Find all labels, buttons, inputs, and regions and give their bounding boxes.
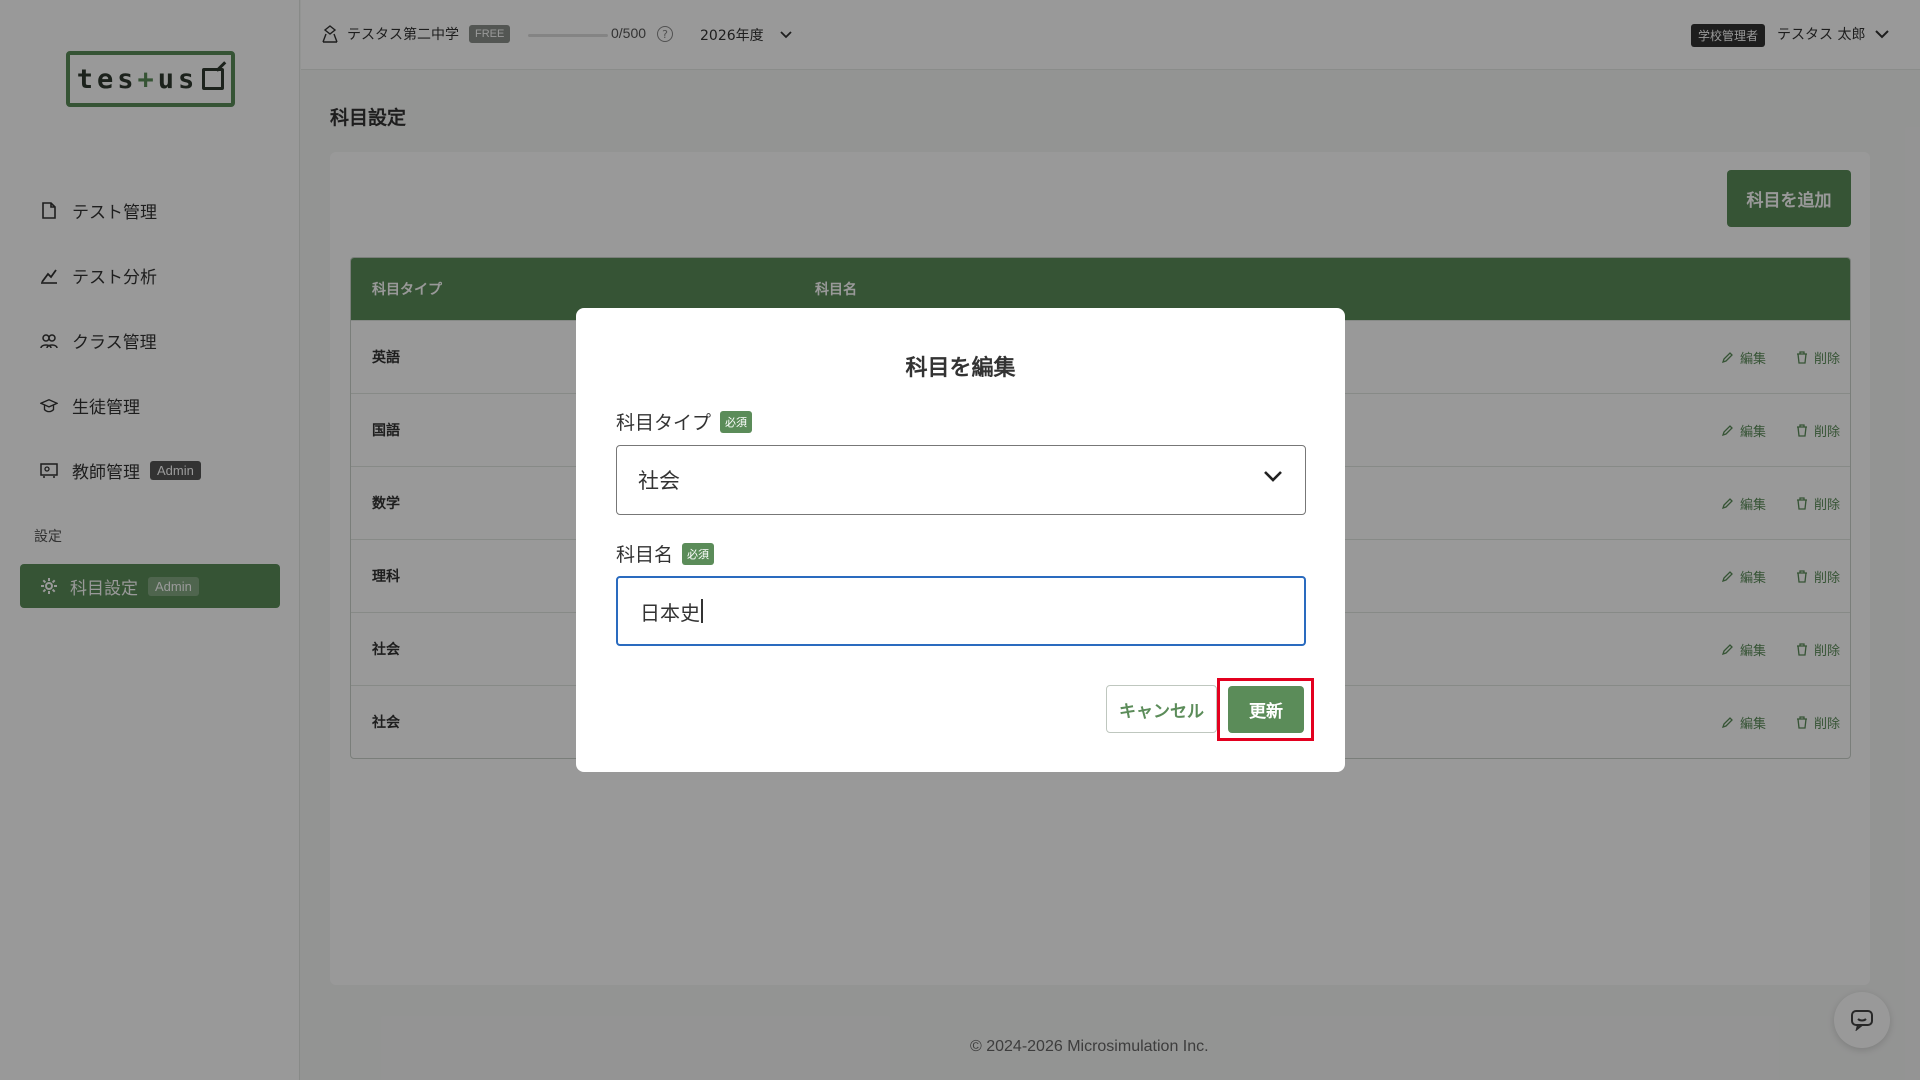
required-badge: 必須 xyxy=(720,410,753,433)
subject-name-input[interactable]: 日本史 xyxy=(616,576,1306,646)
input-value: 日本史 xyxy=(640,600,700,625)
required-badge: 必須 xyxy=(682,542,715,565)
subject-name-label: 科目名 必須 xyxy=(616,540,715,567)
edit-subject-dialog: 科目を編集 科目タイプ 必須 社会 科目名 必須 日本史 キャンセル 更新 xyxy=(576,308,1345,772)
field-label-text: 科目名 xyxy=(616,544,674,566)
chevron-down-icon xyxy=(1263,470,1283,482)
field-label-text: 科目タイプ xyxy=(616,412,712,434)
selected-value: 社会 xyxy=(638,469,680,493)
subject-type-select[interactable]: 社会 xyxy=(616,445,1306,515)
text-cursor xyxy=(701,599,703,623)
dialog-title: 科目を編集 xyxy=(905,356,1016,381)
subject-type-label: 科目タイプ 必須 xyxy=(616,408,753,435)
update-button[interactable]: 更新 xyxy=(1228,686,1304,733)
cancel-button[interactable]: キャンセル xyxy=(1106,685,1217,733)
